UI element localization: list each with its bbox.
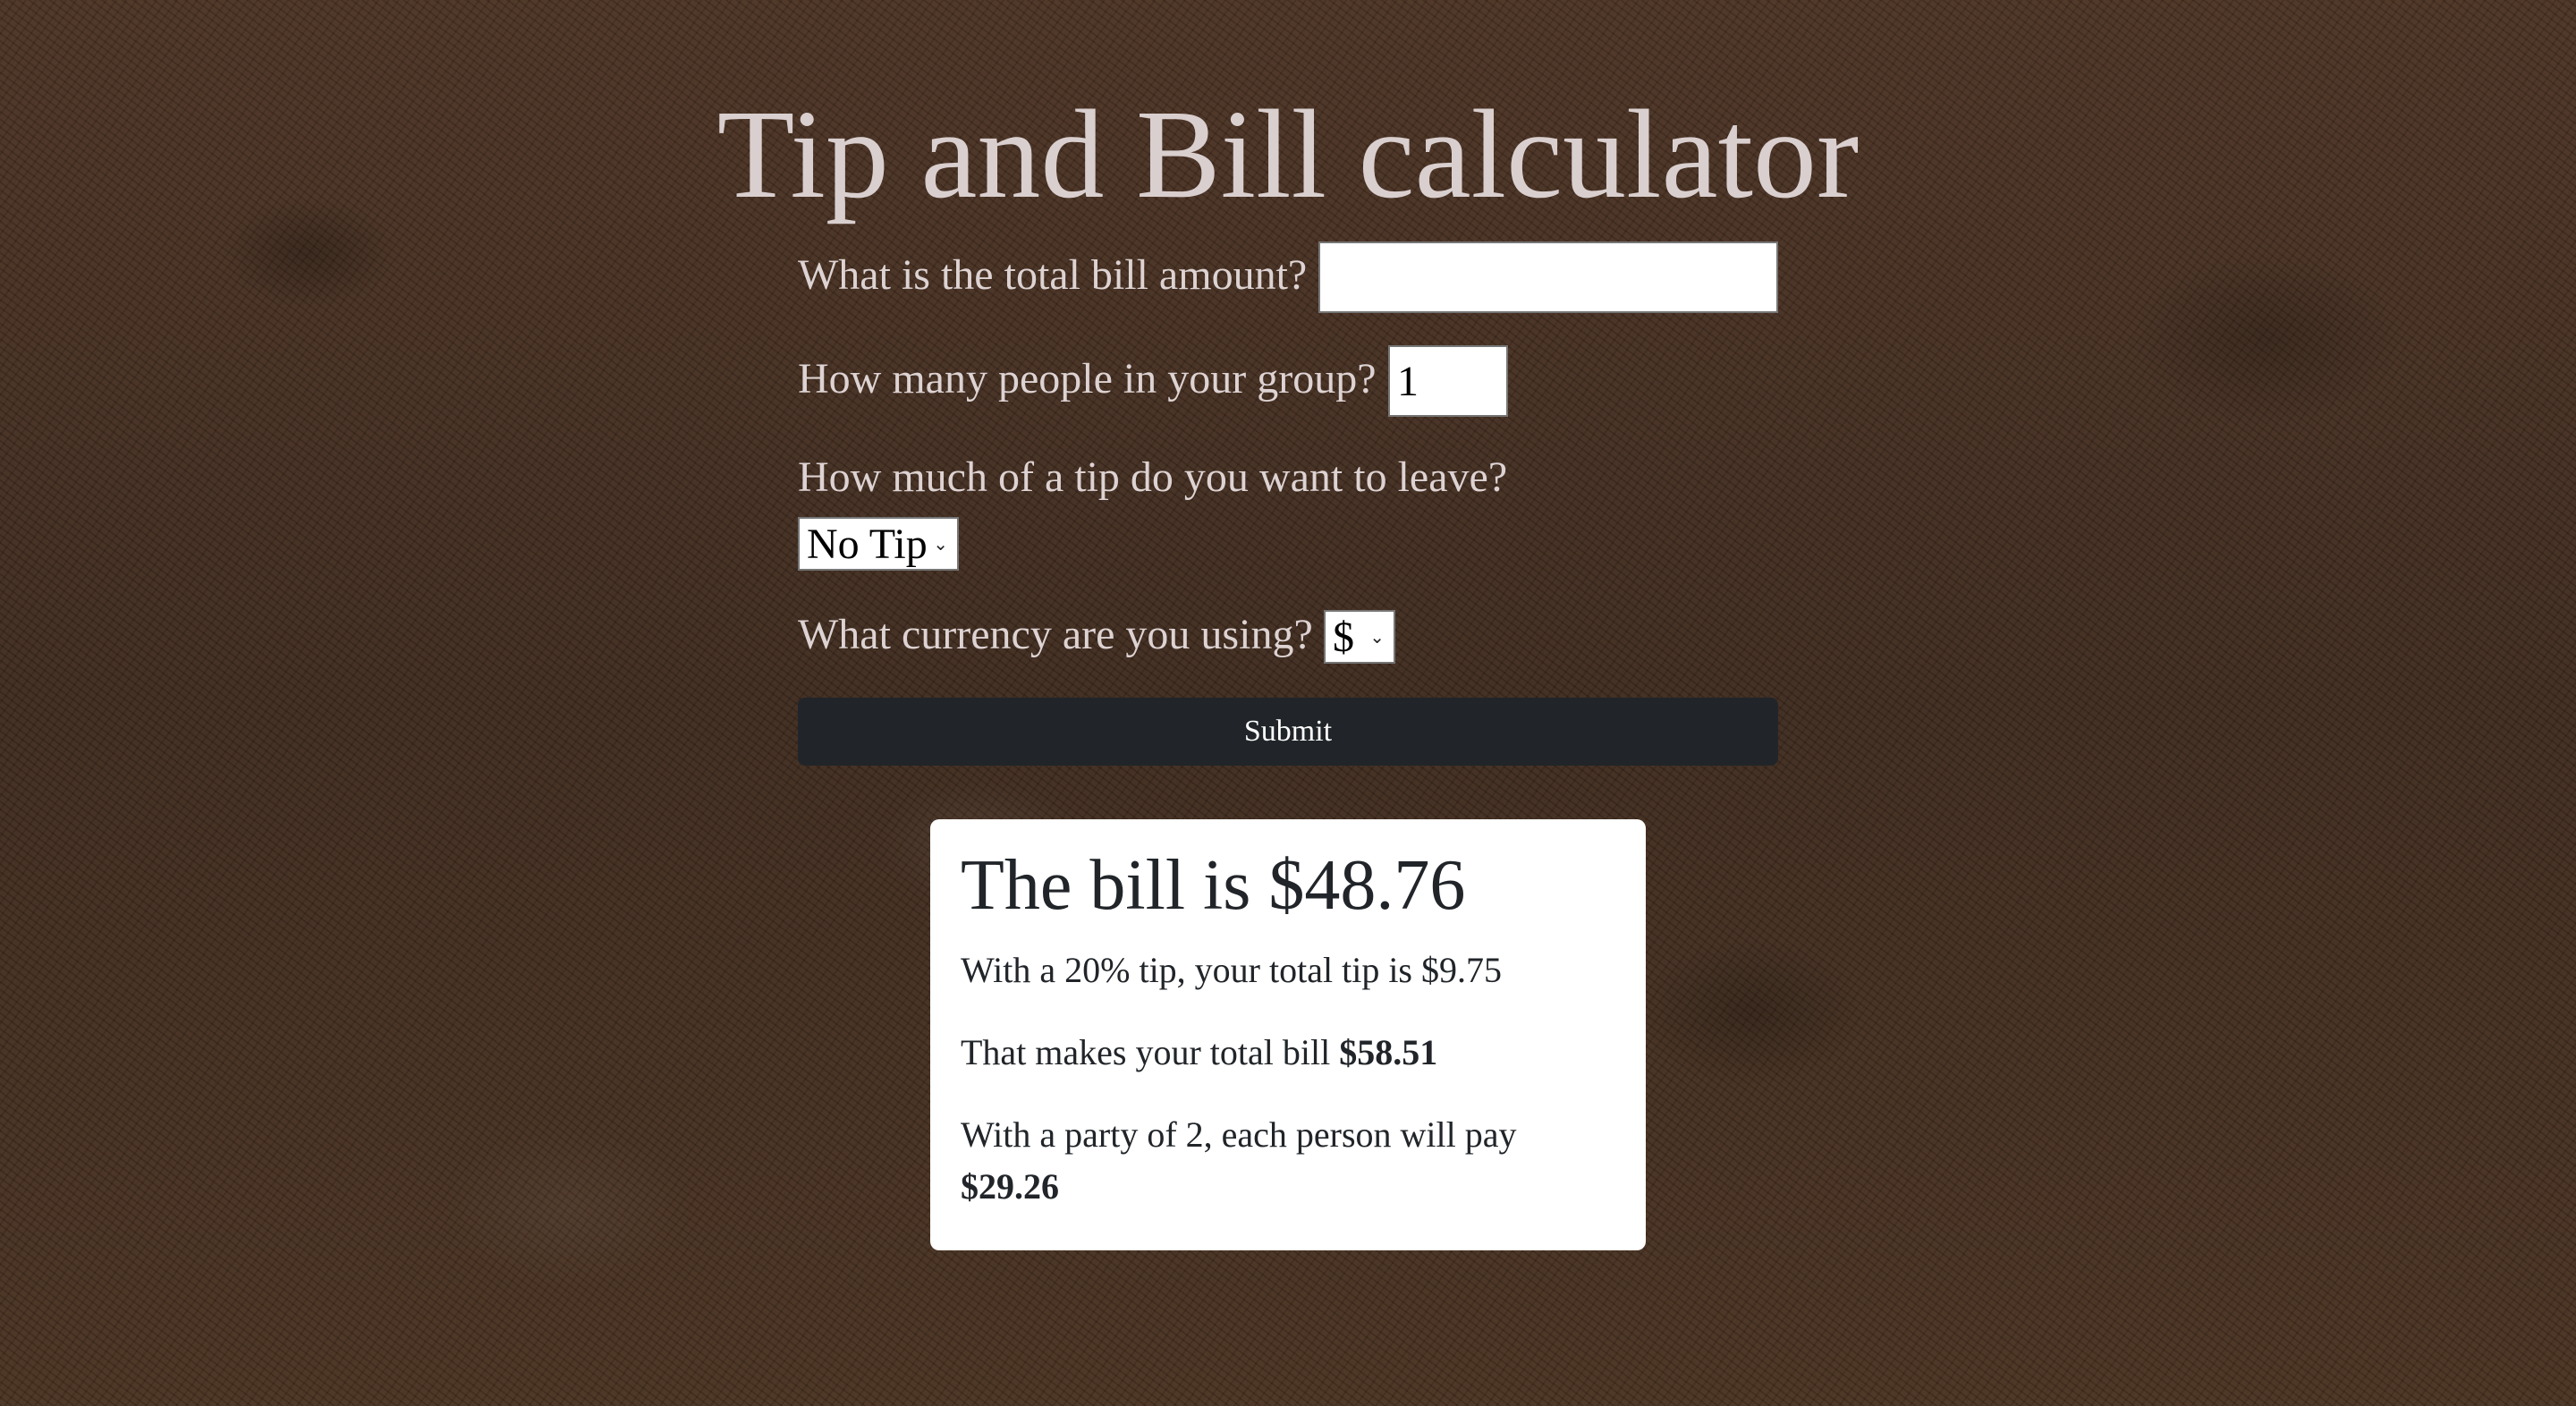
bill-amount-input[interactable] (1318, 241, 1778, 313)
submit-button[interactable]: Submit (798, 698, 1778, 766)
currency-label: What currency are you using? (798, 611, 1313, 658)
per-person-summary: With a party of 2, each person will pay $… (961, 1109, 1615, 1213)
currency-select[interactable]: $ ⌄ (1324, 610, 1395, 664)
people-count-input[interactable] (1388, 345, 1508, 417)
tip-summary: With a 20% tip, your total tip is $9.75 (961, 950, 1502, 990)
total-bill-value: $58.51 (1339, 1032, 1438, 1072)
tip-select-value: No Tip (807, 520, 928, 568)
chevron-down-icon: ⌄ (933, 533, 948, 555)
people-count-label: How many people in your group? (798, 355, 1377, 402)
total-summary: That makes your total bill $58.51 (961, 1027, 1615, 1079)
chevron-down-icon: ⌄ (1369, 626, 1385, 648)
bill-total-heading: The bill is $48.76 (961, 846, 1466, 925)
tip-amount-label: How much of a tip do you want to leave? (798, 453, 1508, 501)
currency-select-value: $ (1333, 613, 1354, 661)
total-summary-label: That makes your total bill (961, 1032, 1340, 1072)
result-card: The bill is $48.76 With a 20% tip, your … (930, 819, 1646, 1250)
page-title: Tip and Bill calculator (716, 83, 1860, 224)
tip-select[interactable]: No Tip ⌄ (798, 517, 959, 571)
bill-amount-label: What is the total bill amount? (798, 251, 1308, 299)
per-person-value: $29.26 (961, 1166, 1059, 1207)
per-person-label: With a party of 2, each person will pay (961, 1114, 1517, 1155)
